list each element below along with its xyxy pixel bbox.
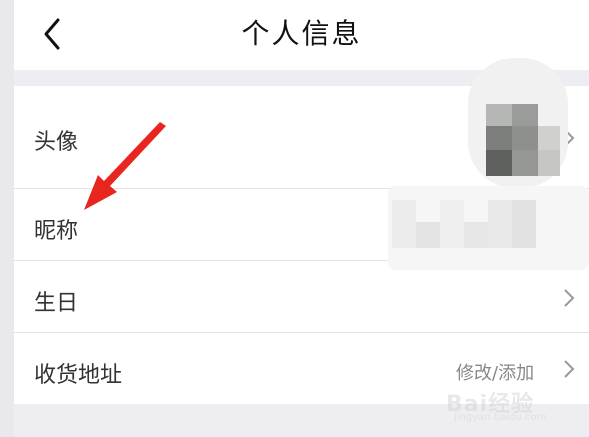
nickname-pixel xyxy=(392,200,416,248)
avatar-pixel xyxy=(512,150,538,176)
avatar-pixel xyxy=(486,150,512,176)
avatar-pixel xyxy=(486,104,512,126)
watermark: Bai经验 jingyan.baidu.com xyxy=(446,382,566,432)
avatar-pixel xyxy=(486,126,512,150)
avatar-pixel xyxy=(538,126,560,150)
red-annotation-arrow xyxy=(84,122,166,210)
avatar-pixel xyxy=(512,104,538,126)
nickname-pixel xyxy=(488,200,512,248)
nickname-pixel xyxy=(464,222,488,248)
nickname-pixel xyxy=(512,200,536,248)
row-birthday[interactable]: 生日 xyxy=(14,261,589,332)
left-edge-strip xyxy=(0,0,14,437)
chevron-right-icon xyxy=(564,360,575,378)
nickname-pixel xyxy=(416,222,440,248)
row-label-birthday: 生日 xyxy=(34,291,79,316)
watermark-url: jingyan.baidu.com xyxy=(454,412,547,423)
nickname-pixel xyxy=(440,200,464,248)
row-label-address: 收货地址 xyxy=(34,363,123,388)
chevron-right-icon xyxy=(564,289,575,307)
avatar-pixel xyxy=(512,126,538,150)
page-title: 个人信息 xyxy=(241,17,362,50)
avatar-pixel xyxy=(538,150,560,176)
